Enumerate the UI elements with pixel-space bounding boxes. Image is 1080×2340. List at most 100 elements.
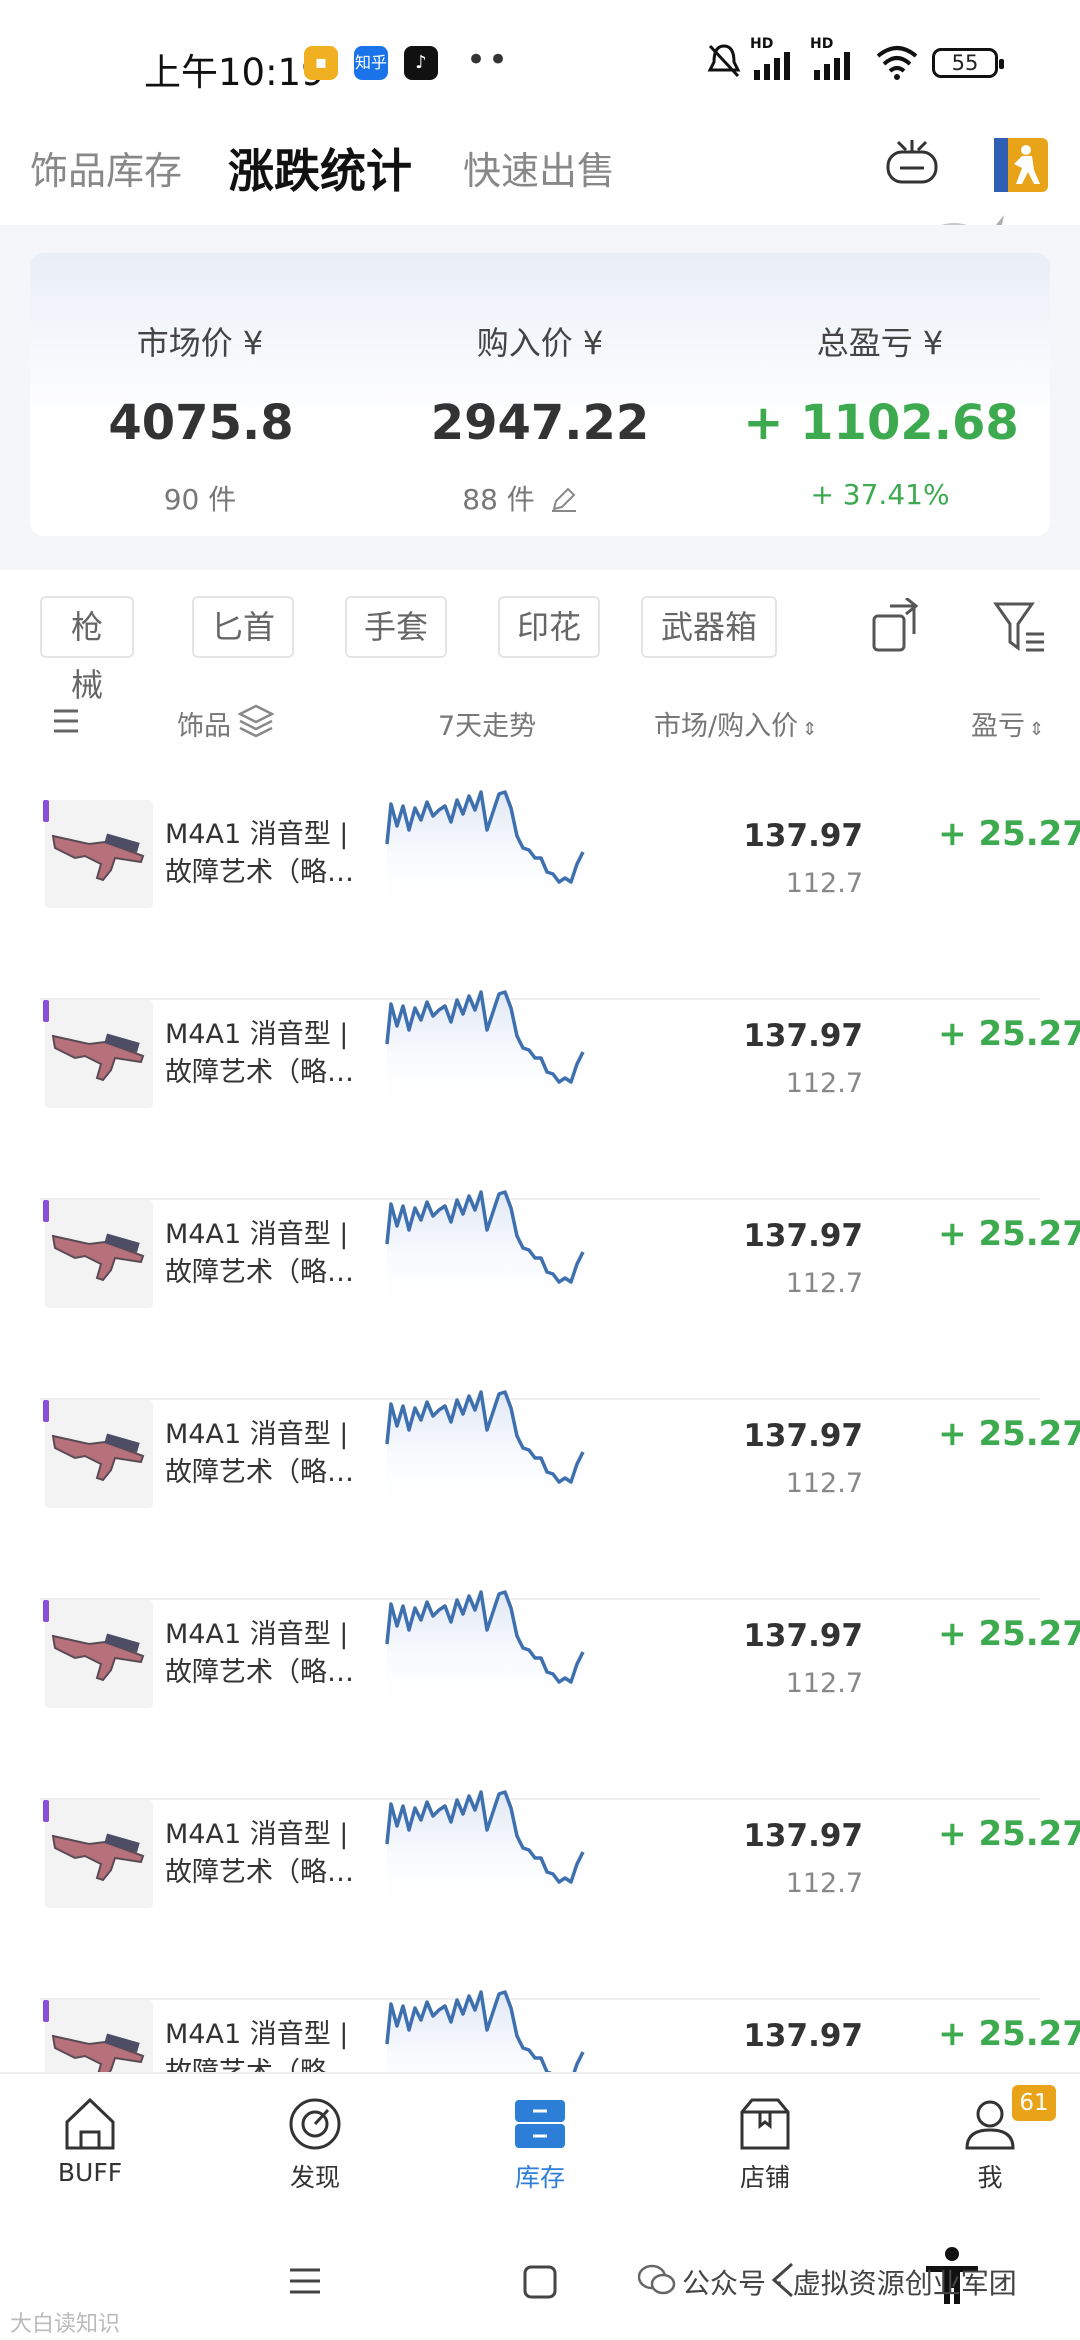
rifle-icon [51,833,145,882]
home-nav-icon[interactable] [522,2264,558,2300]
item-profit: + 25.27 [938,1214,1080,1254]
total-profit-label: 总盈亏 ¥ [816,324,944,362]
discover-icon [289,2098,341,2150]
item-thumbnail [45,1000,153,1108]
item-row[interactable]: M4A1 消音型 |故障艺术（略磨） 137.97 112.7 + 25.27 [40,990,1080,1200]
nav-label: BUFF [57,2158,123,2187]
item-profit: + 25.27 [938,1014,1080,1054]
battery-icon: 55 [932,48,1004,78]
filter-chip-guns[interactable]: 枪械 [40,596,134,704]
market-price: 137.97 [743,1818,863,1854]
header-profit-sort[interactable]: 盈亏 ⇕ [971,704,1044,743]
trend-sparkline [385,1190,585,1311]
item-row[interactable]: M4A1 消音型 |故障艺术（略磨） 137.97 112.7 + 25.27 [40,1390,1080,1600]
purchase-count[interactable]: 88 件 [370,478,670,518]
message-app-icon: ▪ [304,46,338,80]
purchase-price: 112.7 [785,1468,863,1499]
tab-quick-sell[interactable]: 快速出售 [463,140,615,195]
bottom-nav: BUFF 发现 库存 店铺 我 [0,2072,1080,2212]
wechat-icon [638,2264,676,2295]
filter-chip-cases[interactable]: 武器箱 [641,596,777,658]
export-icon[interactable] [870,598,926,656]
filter-funnel-icon[interactable] [992,600,1048,656]
trend-sparkline [385,1790,585,1911]
nav-discover[interactable]: 发现 [255,2096,375,2194]
nav-buff[interactable]: BUFF [30,2096,150,2187]
item-profit: + 25.27 [938,1414,1080,1454]
item-row[interactable]: M4A1 消音型 |故障艺术（略磨） 137.97 112.7 + 25.27 [40,1590,1080,1800]
nav-inventory[interactable]: 库存 [480,2096,600,2194]
rarity-marker [43,800,49,822]
menu-nav-icon[interactable] [288,2266,322,2296]
header-item: 饰品 [177,711,231,742]
profile-icon [965,2100,1015,2150]
menu-list-icon[interactable] [52,708,80,734]
layers-icon[interactable] [238,704,274,738]
tab-price-stats[interactable]: 涨跌统计 [228,135,412,201]
market-price: 137.97 [743,1218,863,1254]
filter-chip-knives[interactable]: 匕首 [192,596,294,658]
rifle-icon [51,1433,145,1482]
sort-arrow-icon: ⇕ [1029,719,1045,740]
hd-label: HD [750,36,774,52]
purchase-price: 112.7 [785,1668,863,1699]
tiktok-app-icon: ♪ [404,46,438,80]
trend-sparkline [385,1390,585,1511]
filter-chip-gloves[interactable]: 手套 [345,596,447,658]
rifle-icon [51,1033,145,1082]
wifi-icon [876,46,918,80]
item-profit: + 25.27 [938,1814,1080,1854]
market-price: 137.97 [743,818,863,854]
item-name: M4A1 消音型 |故障艺术（略磨） [165,1019,355,1088]
item-profit: + 25.27 [938,2014,1080,2054]
item-thumbnail [45,1400,153,1508]
item-row[interactable]: M4A1 消音型 |故障艺术（略磨） 137.97 112.7 + 25.27 [40,790,1080,1000]
item-thumbnail [45,800,153,908]
status-bar: 上午10:19 ▪ 知乎 ♪ •• HD HD 55 [0,0,1080,128]
rifle-icon [51,1833,145,1882]
edit-pencil-icon[interactable] [550,487,578,513]
nav-label: 发现 [289,2163,340,2192]
nav-store[interactable]: 店铺 [705,2096,825,2194]
header-price-sort[interactable]: 市场/购入价 ⇕ [654,704,817,743]
purchase-price-label: 购入价 ¥ [476,324,604,362]
filter-chip-stickers[interactable]: 印花 [498,596,600,658]
sort-arrow-icon: ⇕ [802,719,818,740]
purchase-price: 112.7 [785,1868,863,1899]
purchase-price-value: 2947.22 [430,395,650,451]
trend-sparkline [385,790,585,911]
robot-icon[interactable] [884,138,940,188]
cs-game-icon[interactable] [994,138,1048,192]
inventory-icon [515,2100,565,2148]
rarity-marker [43,1400,49,1422]
item-name: M4A1 消音型 |故障艺术（略磨） [165,819,355,888]
market-price: 137.97 [743,1618,863,1654]
market-price-value: 4075.8 [108,395,294,451]
trend-sparkline [385,990,585,1111]
watermark-text: 公众号 · 虚拟资源创业军团 [682,2267,1017,2300]
item-profit: + 25.27 [938,1614,1080,1654]
store-icon [740,2098,790,2150]
item-thumbnail [45,1600,153,1708]
rarity-marker [43,1600,49,1622]
market-count: 90 件 [163,483,237,516]
home-icon [65,2097,115,2150]
purchase-price: 112.7 [785,868,863,899]
rarity-marker [43,1000,49,1022]
zhihu-app-icon: 知乎 [354,46,388,80]
nav-label: 库存 [514,2163,565,2192]
item-row[interactable]: M4A1 消音型 |故障艺术（略磨） 137.97 112.7 + 25.27 [40,1190,1080,1400]
item-name: M4A1 消音型 |故障艺术（略磨） [165,1219,355,1288]
item-row[interactable]: M4A1 消音型 |故障艺术（略磨） 137.97 112.7 + 25.27 [40,1790,1080,2000]
mute-bell-icon [707,44,741,78]
signal-icon-2 [814,52,850,80]
rarity-marker [43,2000,49,2022]
total-profit-percent: + 37.41% [810,478,950,511]
trend-sparkline [385,1590,585,1711]
market-price: 137.97 [743,1418,863,1454]
tab-inventory[interactable]: 饰品库存 [30,140,182,195]
watermark-corner: 大白读知识 [10,2312,121,2337]
item-name: M4A1 消音型 |故障艺术（略磨） [165,1819,355,1888]
signal-icon [754,52,790,80]
purchase-price: 112.7 [785,1068,863,1099]
